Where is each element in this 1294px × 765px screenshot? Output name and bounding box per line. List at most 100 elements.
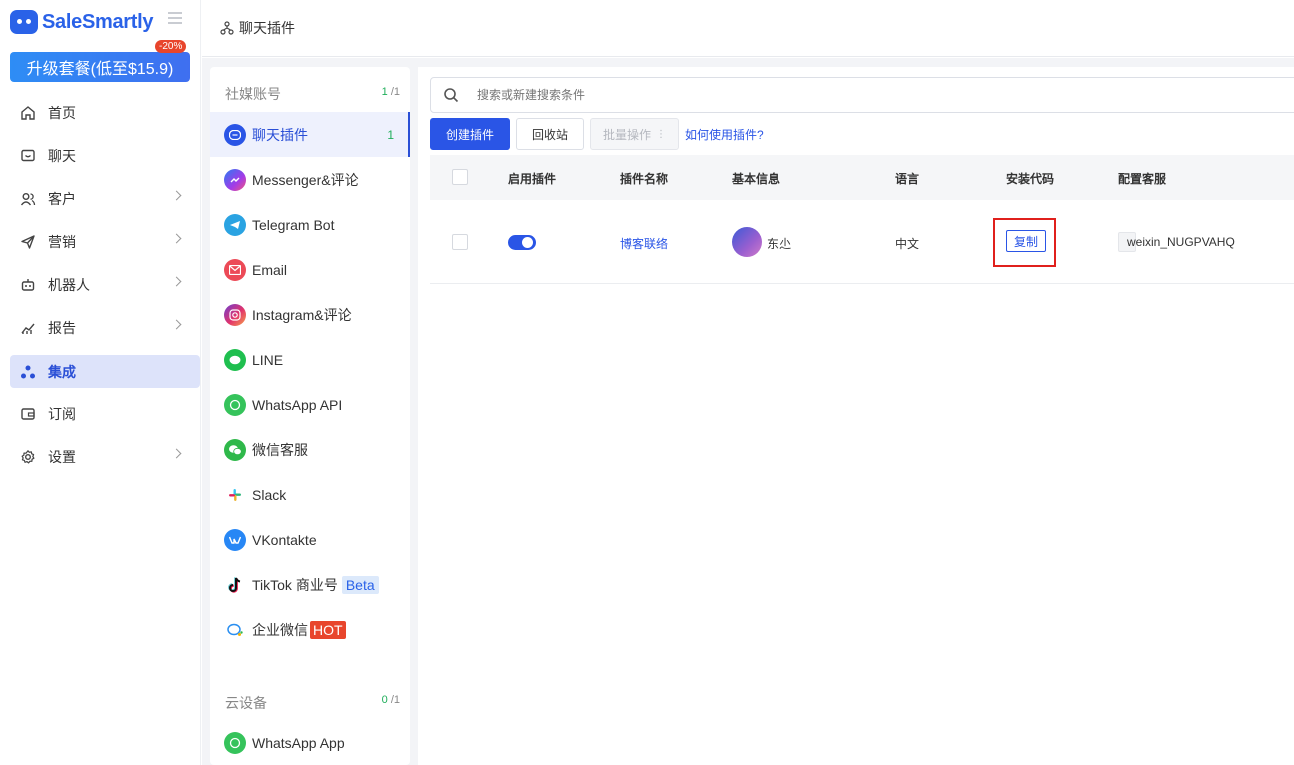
channel-label: Slack [252, 486, 287, 503]
column-header: 基本信息 [732, 172, 781, 186]
table-row: 博客联络 东尐 中文 复制 weixin_NUGPVAHQ [430, 200, 1294, 284]
nav-item-label: 机器人 [48, 276, 90, 293]
channel-label: WhatsApp API [252, 396, 343, 413]
chart-icon [20, 320, 36, 336]
nav-item-marketing[interactable]: 营销 [10, 225, 200, 258]
chevron-right-icon [171, 448, 182, 459]
channel-label: Messenger&评论 [252, 171, 359, 188]
integration-icon [220, 21, 234, 35]
whatsapp-icon [224, 393, 246, 416]
line-icon [224, 348, 246, 371]
nav-item-subscription[interactable]: 订阅 [10, 397, 200, 430]
channel-label: LINE [252, 351, 284, 368]
left-nav: SaleSmartly 升级套餐(低至$15.9) -20% 首页 聊天 客户 … [0, 0, 201, 765]
agent-tag-label: weixin_NUGPVAHQ [1127, 235, 1235, 249]
main-panel: 创建插件 回收站 批量操作 ⋮ 如何使用插件? 启用插件 插件名称 基本信息 语… [418, 67, 1294, 765]
robot-icon [20, 277, 36, 293]
messenger-icon [224, 168, 246, 191]
batch-actions-label: 批量操作 [602, 127, 651, 142]
select-all-checkbox[interactable] [452, 169, 468, 185]
enable-toggle[interactable] [508, 235, 536, 250]
brand-logo[interactable]: SaleSmartly [10, 8, 154, 36]
nav-item-chat[interactable]: 聊天 [10, 139, 200, 172]
nav-item-customers[interactable]: 客户 [10, 182, 200, 215]
row-checkbox[interactable] [452, 234, 468, 250]
nav-item-integration[interactable]: 集成 [10, 355, 200, 388]
nav-item-robot[interactable]: 机器人 [10, 268, 200, 301]
channel-label: TikTok 商业号 [252, 576, 338, 593]
channel-wecom[interactable]: 企业微信 HOT [210, 607, 410, 652]
column-header: 插件名称 [620, 172, 669, 186]
group-title-cloud: 云设备 [225, 695, 267, 711]
nav-item-label: 客户 [48, 190, 76, 207]
hot-tag: HOT [310, 620, 346, 639]
search-icon [444, 88, 459, 103]
brand-name: SaleSmartly [42, 10, 154, 33]
search-bar [430, 77, 1294, 113]
robot-logo-icon [10, 10, 38, 34]
channel-tiktok[interactable]: TikTok 商业号 Beta [210, 562, 410, 607]
instagram-icon [224, 303, 246, 326]
channel-line[interactable]: LINE [210, 337, 410, 382]
whatsapp-icon [224, 731, 246, 754]
upgrade-label: 升级套餐(低至$15.9) [26, 61, 174, 78]
integration-icon [20, 364, 36, 380]
telegram-icon [224, 213, 246, 236]
chevron-right-icon [171, 319, 182, 330]
channel-label: Telegram Bot [252, 216, 335, 233]
channel-email[interactable]: Email [210, 247, 410, 292]
vk-icon [224, 528, 246, 551]
group-count-social: 1 /1 [382, 86, 400, 98]
gear-icon [20, 449, 36, 465]
channel-wechat-service[interactable]: 微信客服 [210, 427, 410, 472]
channel-list: 社媒账号 1 /1 聊天插件 1 Messenger&评论 Telegram B… [210, 67, 410, 765]
nav-item-label: 聊天 [48, 147, 76, 164]
count-total: /1 [387, 694, 400, 706]
group-title-social: 社媒账号 [225, 86, 281, 102]
recycle-bin-button[interactable]: 回收站 [516, 118, 584, 150]
agent-tag: weixin_NUGPVAHQ [1118, 232, 1235, 252]
nav-item-reports[interactable]: 报告 [10, 311, 200, 344]
nav-item-label: 营销 [48, 233, 76, 250]
channel-label: 聊天插件 [252, 126, 308, 143]
chevron-right-icon [171, 190, 182, 201]
more-vertical-icon: ⋮ [656, 128, 666, 140]
language-value: 中文 [895, 237, 920, 251]
chat-icon [20, 148, 36, 164]
collapse-menu-icon[interactable] [168, 12, 182, 24]
plugin-name-link[interactable]: 博客联络 [620, 235, 668, 252]
channel-count: 1 [387, 127, 394, 142]
channel-label: 微信客服 [252, 441, 308, 458]
beta-tag: Beta [341, 575, 379, 594]
channel-telegram[interactable]: Telegram Bot [210, 202, 410, 247]
batch-actions-button[interactable]: 批量操作 ⋮ [590, 118, 679, 150]
channel-whatsapp-api[interactable]: WhatsApp API [210, 382, 410, 427]
nav-item-home[interactable]: 首页 [10, 96, 200, 129]
channel-label: VKontakte [252, 531, 317, 548]
tiktok-icon [224, 573, 246, 596]
group-count-cloud: 0 /1 [382, 694, 400, 706]
nav-item-label: 首页 [48, 104, 76, 121]
channel-whatsapp-app[interactable]: WhatsApp App [210, 720, 410, 765]
search-input[interactable] [477, 88, 977, 102]
nav-item-label: 设置 [48, 448, 76, 465]
channel-chat-plugin[interactable]: 聊天插件 1 [210, 112, 410, 157]
upgrade-button[interactable]: 升级套餐(低至$15.9) [10, 52, 190, 82]
page-header: 聊天插件 [202, 0, 1294, 57]
home-icon [20, 105, 36, 121]
avatar [732, 227, 762, 257]
send-icon [20, 234, 36, 250]
help-link[interactable]: 如何使用插件? [685, 126, 764, 143]
channel-messenger[interactable]: Messenger&评论 [210, 157, 410, 202]
create-plugin-button[interactable]: 创建插件 [430, 118, 510, 150]
count-total: /1 [387, 86, 400, 98]
wallet-icon [20, 406, 36, 422]
channel-instagram[interactable]: Instagram&评论 [210, 292, 410, 337]
channel-label: 企业微信 [252, 621, 308, 638]
table-header: 启用插件 插件名称 基本信息 语言 安装代码 配置客服 [430, 155, 1294, 200]
channel-vkontakte[interactable]: VKontakte [210, 517, 410, 562]
nav-item-settings[interactable]: 设置 [10, 440, 200, 473]
channel-slack[interactable]: Slack [210, 472, 410, 517]
column-header: 配置客服 [1118, 172, 1167, 186]
copy-code-button[interactable]: 复制 [1006, 230, 1046, 252]
